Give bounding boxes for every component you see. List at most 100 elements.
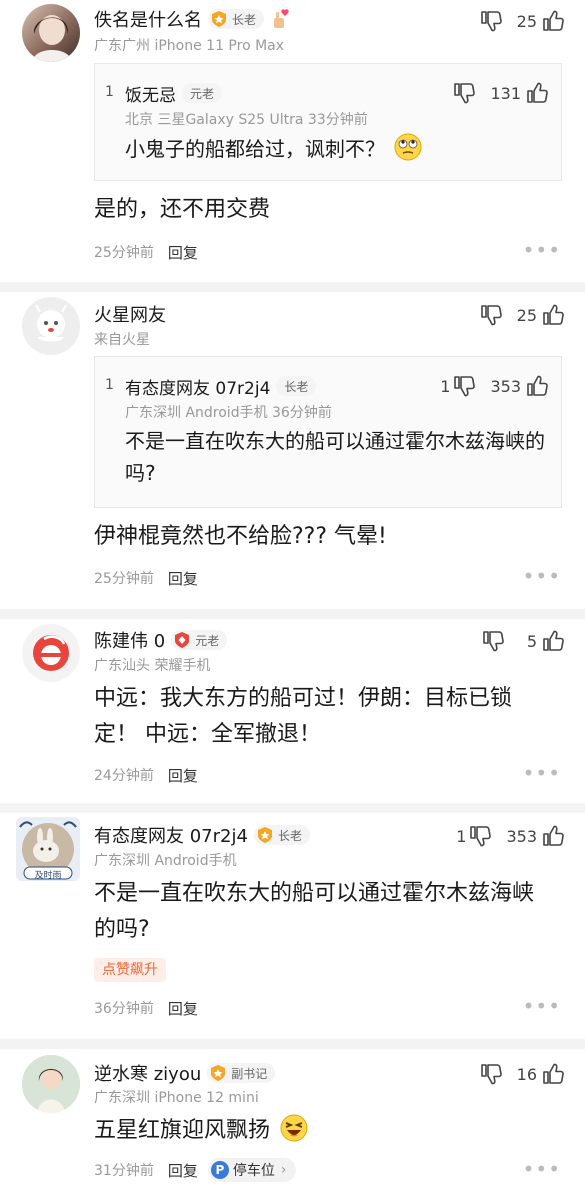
thumbs-down-icon[interactable] xyxy=(479,9,503,33)
quote-text: 不是一直在吹东大的船可以通过霍尔木兹海峡的吗? xyxy=(125,429,545,485)
quoted-comment[interactable]: 1 饭无忌 元老 北京 三星Galaxy S25 Ultra 33分钟前 131… xyxy=(94,63,562,181)
divider xyxy=(0,282,585,292)
name-row: 陈建伟 0 元老 xyxy=(94,627,228,653)
thumbs-down-icon[interactable] xyxy=(479,303,503,327)
quote-downvote-count: 1 xyxy=(440,376,451,396)
user-meta: 广东深圳 Android手机 xyxy=(94,853,237,869)
comment-footer: 31分钟前 回复 P 停车位 › xyxy=(94,1158,297,1182)
reply-button[interactable]: 回复 xyxy=(168,765,198,786)
rank-label: 元老 xyxy=(195,633,220,648)
vote-controls: 5 xyxy=(481,628,565,654)
divider xyxy=(0,803,585,813)
quote-meta: 北京 三星Galaxy S25 Ultra 33分钟前 xyxy=(125,112,368,128)
quote-name-row: 饭无忌 元老 xyxy=(125,81,223,106)
quote-rank-badge: 长老 xyxy=(276,376,317,396)
rank-shield-icon xyxy=(211,1065,226,1081)
timestamp: 25分钟前 xyxy=(94,245,154,261)
comment-4: 及时雨 有态度网友 07r2j4 长老 广东深圳 Android手机 1 353… xyxy=(0,813,585,1039)
comment-text: 中远：我大东方的船可过！伊朗：目标已锁定！ 中远：全军撤退！ xyxy=(94,686,513,747)
quote-username[interactable]: 饭无忌 xyxy=(125,81,176,106)
comment-text: 五星红旗迎风飘扬 xyxy=(94,1113,554,1148)
thumbs-up-icon[interactable] xyxy=(541,824,565,848)
avatar[interactable] xyxy=(22,4,80,62)
thumbs-up-heart-icon xyxy=(274,9,289,28)
avatar[interactable] xyxy=(22,1055,80,1113)
more-options-icon[interactable]: ••• xyxy=(523,994,561,1018)
reply-button[interactable]: 回复 xyxy=(168,242,198,263)
comment-footer: 24分钟前 回复 xyxy=(94,765,198,785)
more-options-icon[interactable]: ••• xyxy=(523,564,561,588)
more-options-icon[interactable]: ••• xyxy=(523,1157,561,1181)
quote-vote-controls: 1 353 xyxy=(440,373,549,399)
parking-label: 停车位 xyxy=(232,1163,275,1179)
thumbs-down-icon[interactable] xyxy=(481,629,505,653)
avatar[interactable] xyxy=(22,297,80,355)
more-options-icon[interactable]: ••• xyxy=(523,238,561,262)
quote-username[interactable]: 有态度网友 07r2j4 xyxy=(125,374,270,399)
thumbs-down-icon[interactable] xyxy=(479,1062,503,1086)
downvote-count: 1 xyxy=(456,826,467,846)
user-meta: 来自火星 xyxy=(94,332,150,348)
avatar[interactable]: 及时雨 xyxy=(16,817,80,881)
divider xyxy=(0,609,585,619)
quote-name-row: 有态度网友 07r2j4 长老 xyxy=(125,374,317,399)
username[interactable]: 逆水寒 ziyou xyxy=(94,1060,201,1086)
reply-button[interactable]: 回复 xyxy=(168,568,198,589)
thumbs-down-icon[interactable] xyxy=(452,374,476,398)
thumbs-up-icon[interactable] xyxy=(541,1062,565,1086)
timestamp: 31分钟前 xyxy=(94,1163,154,1179)
quote-meta: 广东深圳 Android手机 36分钟前 xyxy=(125,405,332,421)
netease-logo-avatar-icon xyxy=(33,635,69,671)
comment-text: 是的，还不用交费 xyxy=(94,197,271,222)
username[interactable]: 有态度网友 07r2j4 xyxy=(94,822,248,848)
timestamp: 36分钟前 xyxy=(94,1001,154,1017)
username[interactable]: 火星网友 xyxy=(94,301,166,327)
rank-label: 长老 xyxy=(277,828,302,843)
thumbs-down-icon[interactable] xyxy=(452,81,476,105)
comment-2: 火星网友 来自火星 25 1 有态度网友 07r2j4 长老 广东深圳 Andr… xyxy=(0,292,585,609)
quote-upvote-count: 353 xyxy=(490,376,521,396)
quote-floor-number: 1 xyxy=(105,377,114,393)
comment-1: 佚名是什么名 长老 广东广州 iPhone 11 Pro Max 25 1 饭无… xyxy=(0,0,585,282)
rank-label: 副书记 xyxy=(231,1066,268,1081)
vote-controls: 16 xyxy=(479,1061,565,1087)
rank-badge: 长老 xyxy=(253,825,310,845)
thumbs-up-icon[interactable] xyxy=(525,81,549,105)
girl-avatar-icon xyxy=(22,1055,80,1113)
quote-rank-label: 长老 xyxy=(284,379,309,394)
name-row: 有态度网友 07r2j4 长老 xyxy=(94,823,310,847)
avatar[interactable] xyxy=(22,624,80,682)
name-row: 逆水寒 ziyou 副书记 xyxy=(94,1060,276,1086)
username[interactable]: 佚名是什么名 xyxy=(94,6,202,32)
thumbs-up-icon[interactable] xyxy=(541,303,565,327)
reply-button[interactable]: 回复 xyxy=(168,1160,198,1181)
rank-label: 长老 xyxy=(232,12,257,27)
parking-p-icon: P xyxy=(210,1161,229,1179)
thumbs-up-icon[interactable] xyxy=(525,374,549,398)
reply-button[interactable]: 回复 xyxy=(168,998,198,1019)
timestamp: 25分钟前 xyxy=(94,571,154,587)
avatar-caption: 及时雨 xyxy=(34,871,62,881)
more-options-icon[interactable]: ••• xyxy=(523,761,561,785)
vote-controls: 25 xyxy=(479,8,565,34)
rank-badge: 长老 xyxy=(208,9,265,29)
thumbs-down-icon[interactable] xyxy=(468,824,492,848)
thumbs-up-icon[interactable] xyxy=(541,629,565,653)
parking-link[interactable]: P 停车位 › xyxy=(207,1158,297,1182)
trending-tag: 点赞飙升 xyxy=(94,958,166,982)
username[interactable]: 陈建伟 0 xyxy=(94,627,165,653)
rank-badge: 元老 xyxy=(171,630,228,650)
chevron-right-icon: › xyxy=(280,1162,287,1178)
vote-controls: 1 353 xyxy=(456,823,565,849)
avatar-photo-icon xyxy=(32,15,72,62)
quoted-comment[interactable]: 1 有态度网友 07r2j4 长老 广东深圳 Android手机 36分钟前 1… xyxy=(94,356,562,508)
rank-shield-icon xyxy=(257,827,272,843)
user-meta: 广东深圳 iPhone 12 mini xyxy=(94,1090,259,1106)
comment-footer: 36分钟前 回复 xyxy=(94,998,198,1018)
mars-alien-avatar-icon xyxy=(35,304,67,342)
thumbs-up-icon[interactable] xyxy=(541,9,565,33)
quote-rank-badge: 元老 xyxy=(182,83,223,103)
user-meta: 广东广州 iPhone 11 Pro Max xyxy=(94,38,285,54)
upvote-count: 25 xyxy=(516,305,537,325)
quote-floor-number: 1 xyxy=(105,84,114,100)
